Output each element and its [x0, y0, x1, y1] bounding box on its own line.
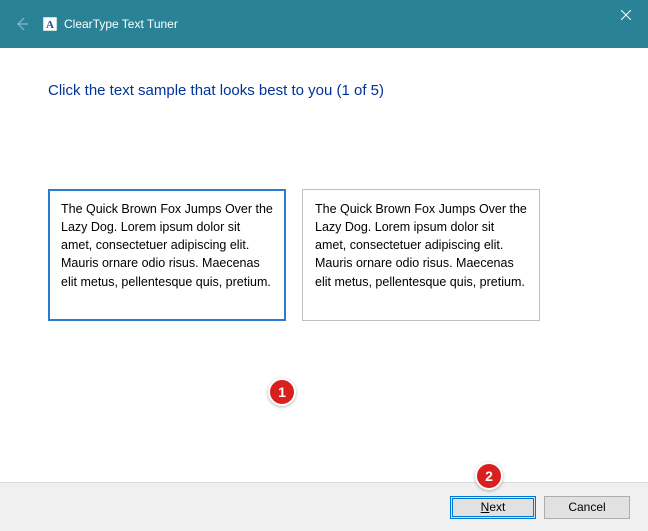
- titlebar: A ClearType Text Tuner: [0, 0, 648, 48]
- window-title: ClearType Text Tuner: [64, 17, 178, 31]
- sample-container: The Quick Brown Fox Jumps Over the Lazy …: [48, 189, 600, 321]
- back-arrow-icon[interactable]: [12, 14, 32, 34]
- app-icon: A: [42, 16, 58, 32]
- text-sample-2[interactable]: The Quick Brown Fox Jumps Over the Lazy …: [302, 189, 540, 321]
- close-button[interactable]: [603, 0, 648, 30]
- text-sample-1[interactable]: The Quick Brown Fox Jumps Over the Lazy …: [48, 189, 286, 321]
- cancel-button[interactable]: Cancel: [544, 496, 630, 519]
- next-button[interactable]: Next: [450, 496, 536, 519]
- annotation-badge-1: 1: [268, 378, 296, 406]
- content-area: Click the text sample that looks best to…: [0, 48, 648, 321]
- instruction-text: Click the text sample that looks best to…: [48, 82, 600, 99]
- footer-bar: Next Cancel: [0, 482, 648, 531]
- svg-text:A: A: [46, 19, 54, 31]
